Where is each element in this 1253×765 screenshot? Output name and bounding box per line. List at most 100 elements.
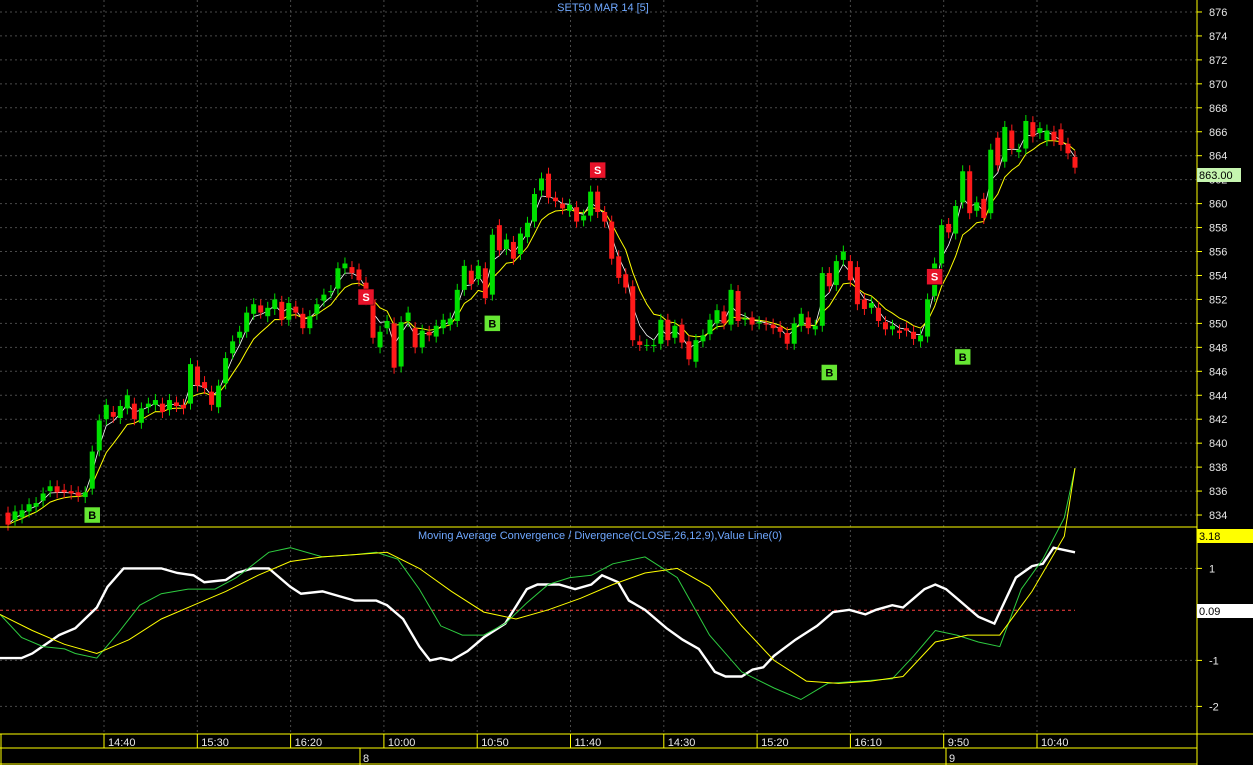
candle-body (26, 504, 32, 512)
candle-body (861, 299, 867, 310)
candle-body (440, 319, 446, 329)
candle-body (714, 310, 720, 324)
candle-body (75, 492, 81, 496)
candle-body (68, 491, 74, 494)
candle-body (468, 270, 474, 284)
candle-body (110, 412, 116, 417)
candle-body (630, 286, 636, 341)
candle-body (770, 324, 776, 329)
candle-body (82, 492, 88, 498)
candle-body (700, 335, 706, 342)
candle-body (412, 328, 418, 348)
candle-body (159, 403, 165, 413)
candle-body (12, 511, 18, 520)
candle-body (567, 204, 573, 211)
candle-body (560, 203, 566, 209)
candle-body (335, 268, 341, 289)
y-tick-label: 870 (1209, 79, 1227, 91)
candle-body (833, 261, 839, 286)
x-tick-label: 14:40 (108, 737, 136, 749)
candle-body (1030, 122, 1036, 137)
sell-signal-label: S (594, 165, 601, 177)
candle-body (721, 311, 727, 324)
candle-body (307, 316, 313, 329)
candle-body (868, 303, 874, 308)
candle-body (1002, 126, 1008, 162)
candle-body (1023, 120, 1029, 149)
candle-body (124, 395, 130, 409)
candle-body (173, 402, 179, 407)
candle-body (707, 319, 713, 335)
candle-body (728, 289, 734, 325)
candle-body (1051, 131, 1057, 141)
y-tick-label: 874 (1209, 31, 1227, 43)
candle-body (1044, 130, 1050, 141)
candle-body (847, 261, 853, 281)
candle-body (826, 273, 832, 287)
candle-body (5, 512, 11, 525)
y-tick-label: 854 (1209, 270, 1227, 282)
candle-body (1009, 130, 1015, 149)
buy-signal-label: B (488, 318, 496, 330)
candle-body (812, 325, 818, 330)
price-chart: B S B S B S B 834 836 838 840 842 844 846 848 850 852 85… (0, 0, 1253, 765)
candle-body (61, 489, 67, 493)
candle-body (293, 306, 299, 313)
y-tick-label: 838 (1209, 462, 1227, 474)
candle-body (735, 291, 741, 321)
candle-body (342, 263, 348, 269)
y-tick-label: 834 (1209, 510, 1227, 522)
x-tick-label: 15:20 (761, 737, 789, 749)
y-tick-label: 856 (1209, 247, 1227, 259)
candle-body (447, 318, 453, 325)
sell-signal-label: S (362, 292, 369, 304)
candle-body (531, 194, 537, 222)
candle-body (918, 335, 924, 342)
candle-body (939, 225, 945, 264)
candle-body (145, 403, 151, 408)
zero-line-value-label: 0.09 (1199, 606, 1220, 618)
candle-body (995, 137, 1001, 166)
x-tick-label: 10:50 (481, 737, 509, 749)
candle-body (925, 299, 931, 337)
candle-body (195, 366, 201, 386)
candle-body (356, 269, 362, 281)
candle-body (798, 313, 804, 326)
candle-body (244, 312, 250, 332)
macd-y-tick-label: -1 (1209, 655, 1219, 667)
candle-body (672, 325, 678, 338)
x-tick-label: 11:40 (575, 737, 602, 749)
candle-body (419, 330, 425, 348)
candle-body (595, 191, 601, 212)
y-tick-label: 840 (1209, 438, 1227, 450)
candle-body (784, 332, 790, 344)
candle-body (328, 291, 334, 293)
candle-body (539, 178, 544, 191)
candle-body (854, 267, 860, 305)
candle-body (391, 323, 397, 368)
y-tick-label: 852 (1209, 294, 1227, 306)
candle-body (19, 510, 25, 518)
candle-body (188, 364, 194, 404)
candle-body (279, 301, 285, 320)
candle-body (581, 215, 587, 221)
candle-body (791, 323, 797, 344)
x-tick-label: 15:30 (201, 737, 229, 749)
candle-body (616, 256, 622, 278)
candle-body (496, 225, 502, 251)
candle-body (237, 331, 243, 338)
candle-body (251, 304, 257, 314)
y-tick-label: 860 (1209, 199, 1227, 211)
y-tick-label: 866 (1209, 127, 1227, 139)
candle-body (911, 331, 917, 339)
candle-body (517, 233, 523, 254)
candle-body (454, 289, 460, 321)
macd-title: Moving Average Convergence / Divergence(… (418, 530, 782, 542)
y-tick-label: 872 (1209, 55, 1227, 67)
candle-body (651, 344, 657, 347)
candle-body (644, 344, 650, 346)
macd-y-tick-label: -2 (1209, 701, 1219, 713)
candle-body (405, 312, 411, 321)
candle-body (749, 317, 755, 325)
candle-body (981, 198, 987, 218)
